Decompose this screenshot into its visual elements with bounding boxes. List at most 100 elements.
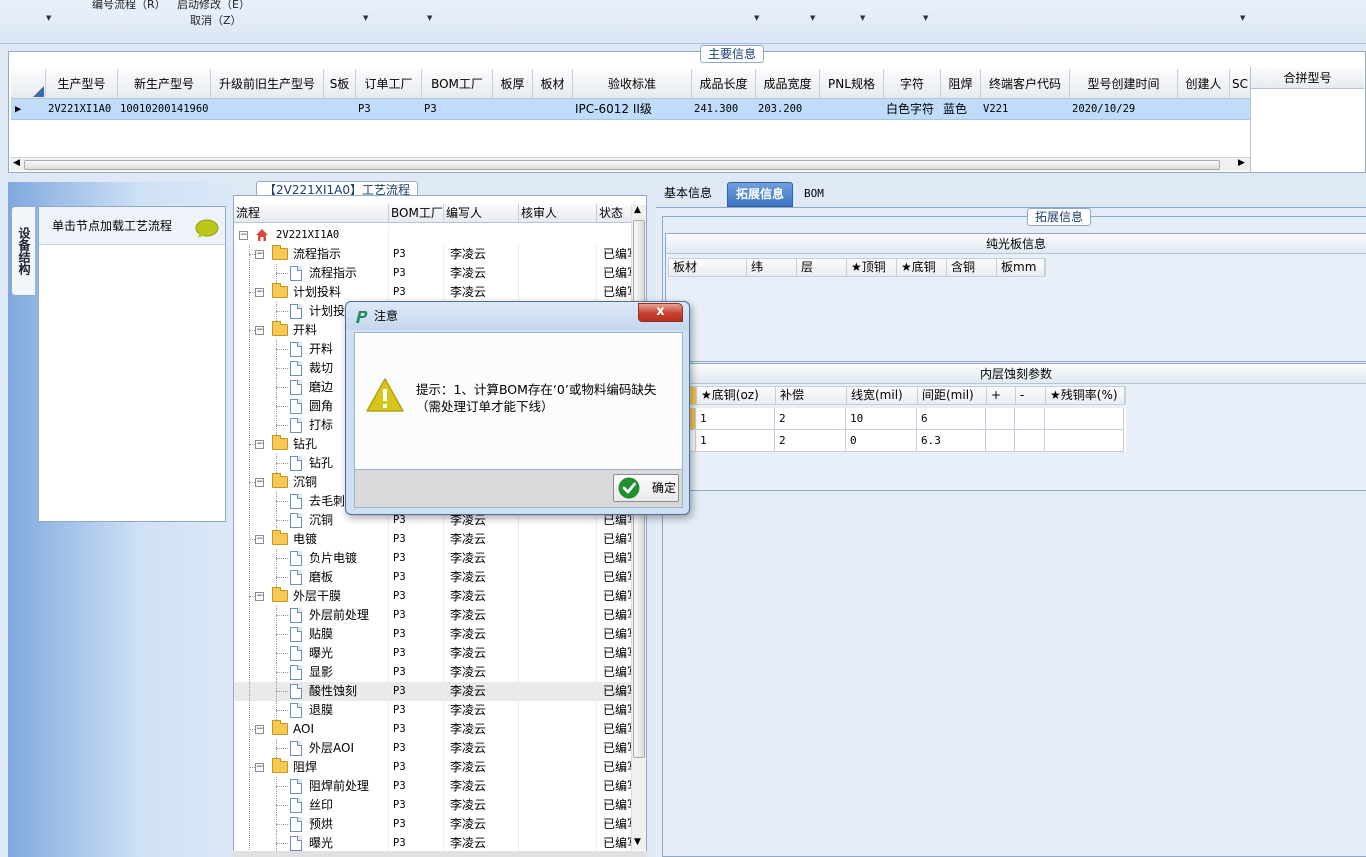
cell-spacing[interactable]: 6.3 bbox=[917, 430, 986, 452]
cell-bom-plant[interactable]: P3 bbox=[389, 245, 444, 264]
tree-node-cell[interactable]: − 阻焊 bbox=[234, 758, 389, 777]
dropdown-arrow-icon[interactable]: ▼ bbox=[1240, 14, 1245, 22]
cell-bom-plant[interactable]: P3 bbox=[389, 530, 444, 549]
ok-button[interactable]: 确定 bbox=[613, 474, 679, 502]
cell-writer[interactable]: 李凌云 bbox=[444, 606, 519, 625]
cell-status[interactable]: 已编写 bbox=[597, 682, 634, 701]
cell-bom-plant[interactable]: P3 bbox=[389, 283, 444, 302]
col-standard[interactable]: 验收标准 bbox=[573, 69, 692, 99]
scroll-right-icon[interactable]: ▶ bbox=[1238, 158, 1245, 168]
cell-length[interactable]: 241.300 bbox=[692, 99, 756, 119]
cell-status[interactable]: 已编写 bbox=[597, 815, 634, 834]
tree-step-row[interactable]: 阻焊前处理 P3李凌云 已编写 bbox=[234, 777, 634, 796]
cell-status[interactable]: 已编写 bbox=[597, 606, 634, 625]
cell-status[interactable]: 已编写 bbox=[597, 720, 634, 739]
cell-writer[interactable]: 李凌云 bbox=[444, 758, 519, 777]
cell-writer[interactable]: 李凌云 bbox=[444, 568, 519, 587]
cell-writer[interactable]: 李凌云 bbox=[444, 815, 519, 834]
col-bottom-copper-oz[interactable]: ★底铜(oz) bbox=[697, 387, 776, 404]
scroll-up-icon[interactable]: ▲ bbox=[634, 205, 641, 215]
cell-width[interactable]: 203.200 bbox=[756, 99, 820, 119]
cell-reviewer[interactable] bbox=[519, 720, 597, 739]
col-length[interactable]: 成品长度 bbox=[692, 69, 756, 99]
tree-step-row[interactable]: 酸性蚀刻 P3李凌云 已编写 bbox=[234, 682, 634, 701]
cell-reviewer[interactable] bbox=[519, 568, 597, 587]
tree-step-row[interactable]: 负片电镀 P3李凌云 已编写 bbox=[234, 549, 634, 568]
tree-node-cell[interactable]: 丝印 bbox=[234, 796, 389, 815]
cell-line-width[interactable]: 10 bbox=[846, 408, 917, 430]
col-top-copper[interactable]: ★顶铜 bbox=[847, 259, 897, 276]
cell-status[interactable]: 已编写 bbox=[597, 701, 634, 720]
cell-reviewer[interactable] bbox=[519, 606, 597, 625]
cell-writer[interactable]: 李凌云 bbox=[444, 549, 519, 568]
toolbar-item-cancel[interactable]: 取消（Z） bbox=[190, 12, 242, 28]
dropdown-arrow-icon[interactable]: ▼ bbox=[860, 14, 865, 22]
tree-node-cell[interactable]: 阻焊前处理 bbox=[234, 777, 389, 796]
cell-legend[interactable]: 白色字符 bbox=[884, 99, 941, 119]
cell-status[interactable]: 已编写 bbox=[597, 777, 634, 796]
cell-minus[interactable] bbox=[1015, 408, 1045, 430]
col-s-board[interactable]: S板 bbox=[324, 69, 356, 99]
table-row[interactable]: 1 2 0 6.3 bbox=[686, 430, 1126, 452]
col-weft[interactable]: 纬 bbox=[747, 259, 797, 276]
cell-bom-plant[interactable]: P3 bbox=[389, 815, 444, 834]
tree-node-cell[interactable]: 酸性蚀刻 bbox=[234, 682, 389, 701]
cell-bom-plant[interactable]: P3 bbox=[389, 644, 444, 663]
cell-bom-plant[interactable]: P3 bbox=[389, 606, 444, 625]
cell-writer[interactable]: 李凌云 bbox=[444, 644, 519, 663]
col-board-material[interactable]: 板材 bbox=[669, 259, 747, 276]
collapse-icon[interactable]: − bbox=[255, 288, 264, 297]
tree-horizontal-scrollbar[interactable] bbox=[233, 851, 647, 857]
tree-node-cell[interactable]: − 外层干膜 bbox=[234, 587, 389, 606]
tree-node-cell[interactable]: − 计划投料 bbox=[234, 283, 389, 302]
col-bottom-copper[interactable]: ★底铜 bbox=[897, 259, 947, 276]
tree-node-cell[interactable]: 退膜 bbox=[234, 701, 389, 720]
table-row[interactable]: ▶ 2V221XI1A0 10010200141960 P3 P3 IPC-60… bbox=[11, 99, 1251, 120]
cell-reviewer[interactable] bbox=[519, 663, 597, 682]
cell-status[interactable]: 已编写 bbox=[597, 549, 634, 568]
cell-writer[interactable]: 李凌云 bbox=[444, 245, 519, 264]
tree-node-cell[interactable]: 外层AOI bbox=[234, 739, 389, 758]
cell-writer[interactable]: 李凌云 bbox=[444, 682, 519, 701]
tree-step-row[interactable]: 贴膜 P3李凌云 已编写 bbox=[234, 625, 634, 644]
cell-bom-plant[interactable]: P3 bbox=[389, 777, 444, 796]
cell-reviewer[interactable] bbox=[519, 530, 597, 549]
collapse-icon[interactable]: − bbox=[255, 440, 264, 449]
cell-status[interactable]: 已编写 bbox=[597, 739, 634, 758]
tree-step-row[interactable]: 磨板 P3李凌云 已编写 bbox=[234, 568, 634, 587]
toolbar-item-start-edit[interactable]: 启动修改（E） bbox=[177, 0, 250, 12]
collapse-icon[interactable]: − bbox=[255, 535, 264, 544]
cell-writer[interactable]: 李凌云 bbox=[444, 720, 519, 739]
cell-bom-plant[interactable]: P3 bbox=[389, 720, 444, 739]
col-line-width[interactable]: 线宽(mil) bbox=[847, 387, 918, 404]
collapse-icon[interactable]: − bbox=[239, 231, 248, 240]
tree-node-cell[interactable]: − 2V221XI1A0 bbox=[234, 226, 389, 245]
main-grid-horizontal-scrollbar[interactable]: ◀ ▶ bbox=[10, 157, 1250, 171]
cell-writer[interactable]: 李凌云 bbox=[444, 739, 519, 758]
cell-plus[interactable] bbox=[986, 430, 1015, 452]
cell-writer[interactable]: 李凌云 bbox=[444, 625, 519, 644]
cell-reviewer[interactable] bbox=[519, 796, 597, 815]
cell-writer[interactable]: 李凌云 bbox=[444, 701, 519, 720]
tree-node-cell[interactable]: 贴膜 bbox=[234, 625, 389, 644]
tree-step-row[interactable]: 显影 P3李凌云 已编写 bbox=[234, 663, 634, 682]
table-row[interactable]: 1 2 10 6 bbox=[686, 408, 1126, 430]
col-model[interactable]: 生产型号 bbox=[46, 69, 118, 99]
cell-status[interactable]: 已编写 bbox=[597, 758, 634, 777]
dropdown-arrow-icon[interactable]: ▼ bbox=[810, 14, 815, 22]
cell-reviewer[interactable] bbox=[519, 701, 597, 720]
tab-extended-info[interactable]: 拓展信息 bbox=[727, 182, 794, 207]
col-sc[interactable]: SC bbox=[1230, 69, 1251, 99]
cell-status[interactable]: 已编写 bbox=[597, 663, 634, 682]
col-thickness[interactable]: 板厚 bbox=[493, 69, 533, 99]
cell-status[interactable]: 已编写 bbox=[597, 530, 634, 549]
tab-bom[interactable]: BOM bbox=[796, 182, 832, 207]
tree-node-cell[interactable]: − 流程指示 bbox=[234, 245, 389, 264]
tree-step-row[interactable]: 流程指示 P3李凌云 已编写 bbox=[234, 264, 634, 283]
tree-node-cell[interactable]: 预烘 bbox=[234, 815, 389, 834]
cell-reviewer[interactable] bbox=[519, 682, 597, 701]
col-width[interactable]: 成品宽度 bbox=[756, 69, 820, 99]
cell-bom-plant[interactable]: P3 bbox=[389, 264, 444, 283]
cell-residual-copper[interactable] bbox=[1045, 430, 1124, 452]
collapse-icon[interactable]: − bbox=[255, 326, 264, 335]
